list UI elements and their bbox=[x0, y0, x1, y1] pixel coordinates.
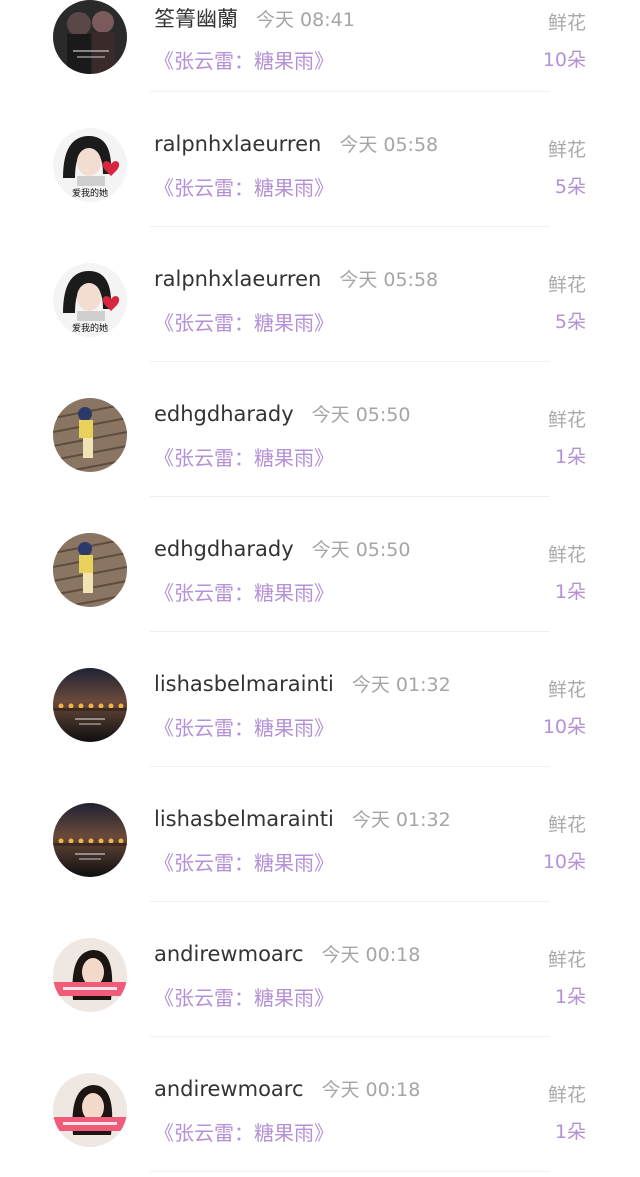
username[interactable]: lishasbelmarainti bbox=[154, 672, 334, 696]
username[interactable]: edhgdharady bbox=[154, 402, 294, 426]
avatar-image bbox=[53, 803, 127, 877]
username[interactable]: ralpnhxlaeurren bbox=[154, 267, 321, 291]
timestamp: 今天 00:18 bbox=[321, 1079, 421, 1101]
list-item[interactable]: edhgdharady 今天 05:50 《张云雷：糖果雨》 鲜花 1朵 bbox=[0, 497, 640, 632]
avatar[interactable]: 爱我的她 bbox=[53, 263, 127, 337]
gift-type: 鲜花 bbox=[547, 544, 586, 566]
timestamp: 今天 05:58 bbox=[339, 269, 439, 291]
song-title[interactable]: 《张云雷：糖果雨》 bbox=[154, 577, 334, 606]
song-title[interactable]: 《张云雷：糖果雨》 bbox=[154, 847, 334, 876]
song-title[interactable]: 《张云雷：糖果雨》 bbox=[154, 982, 334, 1011]
song-title[interactable]: 《张云雷：糖果雨》 bbox=[154, 442, 334, 471]
gift-count: 10朵 bbox=[542, 49, 586, 71]
gift-count: 10朵 bbox=[542, 851, 586, 873]
username[interactable]: lishasbelmarainti bbox=[154, 807, 334, 831]
avatar-caption: 爱我的她 bbox=[72, 187, 108, 199]
list-item[interactable]: edhgdharady 今天 05:50 《张云雷：糖果雨》 鲜花 1朵 bbox=[0, 362, 640, 497]
gift-count: 1朵 bbox=[554, 446, 586, 468]
avatar-image bbox=[53, 938, 127, 1012]
username[interactable]: andirewmoarc bbox=[154, 1077, 304, 1101]
list-item[interactable]: 爱我的她 ralpnhxlaeurren 今天 05:58 《张云雷：糖果雨》 … bbox=[0, 227, 640, 362]
song-title[interactable]: 《张云雷：糖果雨》 bbox=[154, 45, 334, 74]
gift-count: 5朵 bbox=[554, 176, 586, 198]
avatar-image bbox=[53, 668, 127, 742]
avatar[interactable] bbox=[53, 938, 127, 1012]
avatar-image bbox=[53, 0, 127, 74]
timestamp: 今天 01:32 bbox=[351, 809, 451, 831]
song-title[interactable]: 《张云雷：糖果雨》 bbox=[154, 307, 334, 336]
timestamp: 今天 05:50 bbox=[311, 404, 411, 426]
username[interactable]: edhgdharady bbox=[154, 537, 294, 561]
timestamp: 今天 05:50 bbox=[311, 539, 411, 561]
timestamp: 今天 01:32 bbox=[351, 674, 451, 696]
gift-type: 鲜花 bbox=[547, 679, 586, 701]
gift-type: 鲜花 bbox=[547, 1084, 586, 1106]
avatar-image: 爱我的她 bbox=[53, 128, 127, 202]
avatar[interactable] bbox=[53, 668, 127, 742]
gift-count: 1朵 bbox=[554, 986, 586, 1008]
list-item[interactable]: lishasbelmarainti 今天 01:32 《张云雷：糖果雨》 鲜花 … bbox=[0, 632, 640, 767]
username[interactable]: 筌箐幽蘭 bbox=[154, 3, 238, 33]
avatar-image: 爱我的她 bbox=[53, 263, 127, 337]
avatar-image bbox=[53, 398, 127, 472]
username[interactable]: andirewmoarc bbox=[154, 942, 304, 966]
gift-count: 10朵 bbox=[542, 716, 586, 738]
gift-type: 鲜花 bbox=[547, 409, 586, 431]
avatar-image bbox=[53, 533, 127, 607]
gift-count: 5朵 bbox=[554, 311, 586, 333]
gift-type: 鲜花 bbox=[547, 274, 586, 296]
song-title[interactable]: 《张云雷：糖果雨》 bbox=[154, 172, 334, 201]
avatar-caption: 爱我的她 bbox=[72, 322, 108, 334]
avatar[interactable] bbox=[53, 803, 127, 877]
gift-count: 1朵 bbox=[554, 1121, 586, 1143]
gift-type: 鲜花 bbox=[547, 949, 586, 971]
timestamp: 今天 08:41 bbox=[256, 9, 355, 31]
song-title[interactable]: 《张云雷：糖果雨》 bbox=[154, 1117, 334, 1146]
timestamp: 今天 05:58 bbox=[339, 134, 439, 156]
avatar[interactable] bbox=[53, 1073, 127, 1147]
avatar[interactable] bbox=[53, 0, 127, 74]
list-item[interactable]: lishasbelmarainti 今天 01:32 《张云雷：糖果雨》 鲜花 … bbox=[0, 767, 640, 902]
gift-type: 鲜花 bbox=[547, 814, 586, 836]
song-title[interactable]: 《张云雷：糖果雨》 bbox=[154, 712, 334, 741]
list-item[interactable]: andirewmoarc 今天 00:18 《张云雷：糖果雨》 鲜花 1朵 bbox=[0, 1037, 640, 1172]
avatar[interactable] bbox=[53, 533, 127, 607]
avatar[interactable] bbox=[53, 398, 127, 472]
gift-record-list: 筌箐幽蘭 今天 08:41 《张云雷：糖果雨》 鲜花 10朵 爱我的她 ralp… bbox=[0, 0, 640, 1172]
avatar[interactable]: 爱我的她 bbox=[53, 128, 127, 202]
list-item[interactable]: andirewmoarc 今天 00:18 《张云雷：糖果雨》 鲜花 1朵 bbox=[0, 902, 640, 1037]
gift-type: 鲜花 bbox=[547, 12, 586, 34]
avatar-image bbox=[53, 1073, 127, 1147]
list-item[interactable]: 筌箐幽蘭 今天 08:41 《张云雷：糖果雨》 鲜花 10朵 bbox=[0, 0, 640, 92]
timestamp: 今天 00:18 bbox=[321, 944, 421, 966]
list-item[interactable]: 爱我的她 ralpnhxlaeurren 今天 05:58 《张云雷：糖果雨》 … bbox=[0, 92, 640, 227]
gift-type: 鲜花 bbox=[547, 139, 586, 161]
gift-count: 1朵 bbox=[554, 581, 586, 603]
username[interactable]: ralpnhxlaeurren bbox=[154, 132, 321, 156]
